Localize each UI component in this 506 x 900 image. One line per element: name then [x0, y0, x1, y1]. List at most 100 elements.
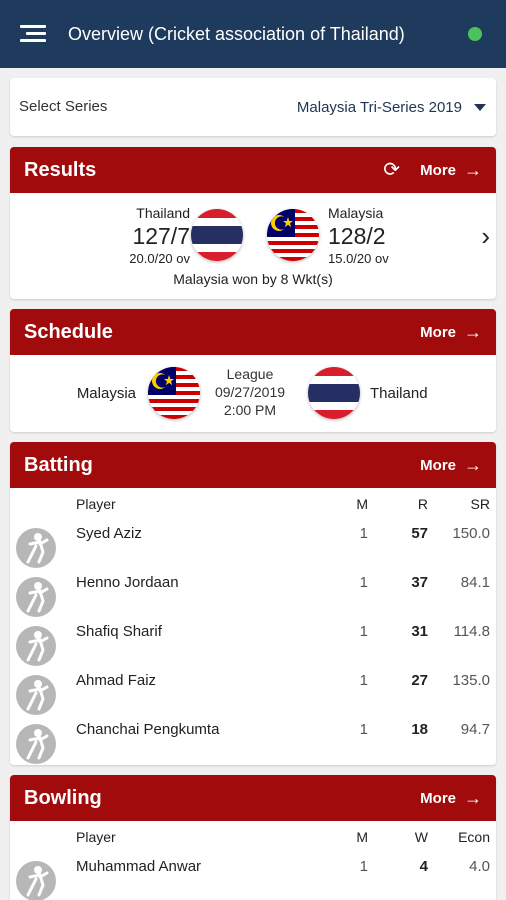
- batsman-avatar-icon: [16, 626, 56, 666]
- runs-value: 27: [411, 672, 428, 689]
- col-economy: Econ: [458, 829, 490, 845]
- arrow-right-icon: →: [464, 321, 482, 342]
- series-selector-card: Select Series Malaysia Tri-Series 2019: [10, 78, 496, 136]
- table-row[interactable]: Shafiq Sharif 1 31 114.8: [10, 618, 496, 667]
- series-selected-value: Malaysia Tri-Series 2019: [296, 98, 462, 116]
- thailand-flag-icon: [191, 209, 243, 261]
- bowling-title: Bowling: [24, 787, 102, 809]
- table-row[interactable]: Henno Jordaan 1 37 84.1: [10, 569, 496, 618]
- matches-value: 1: [359, 672, 368, 689]
- runs-value: 37: [411, 574, 428, 591]
- arrow-right-icon: →: [464, 159, 482, 180]
- more-label: More: [420, 323, 456, 341]
- player-name: Syed Aziz: [76, 525, 142, 542]
- thailand-flag-icon: [308, 367, 360, 419]
- batting-column-headers: Player M R SR: [10, 488, 496, 520]
- schedule-team-right: Thailand: [370, 385, 428, 402]
- results-more-button[interactable]: More →: [420, 147, 482, 193]
- batsman-avatar-icon: [16, 528, 56, 568]
- schedule-details: League 09/27/2019 2:00 PM: [200, 365, 300, 419]
- matches-value: 1: [359, 525, 368, 542]
- page-title: Overview (Cricket association of Thailan…: [68, 24, 405, 44]
- arrow-right-icon: →: [464, 454, 482, 475]
- batsman-avatar-icon: [16, 675, 56, 715]
- results-header: Results ⟳ More →: [10, 147, 496, 193]
- match-type: League: [226, 366, 274, 382]
- runs-value: 18: [411, 721, 428, 738]
- batsman-avatar-icon: [16, 577, 56, 617]
- malaysia-flag-icon: [148, 367, 200, 419]
- col-matches: M: [356, 829, 368, 845]
- malaysia-flag-icon: [267, 209, 319, 261]
- upcoming-match[interactable]: Malaysia League 09/27/2019 2:00 PM Thail…: [10, 355, 496, 429]
- col-runs: R: [417, 496, 428, 512]
- matches-value: 1: [359, 574, 368, 591]
- economy-value: 4.0: [469, 858, 490, 875]
- results-title: Results: [24, 159, 97, 181]
- results-card: Results ⟳ More → Thailand 127/7 20.0/20 …: [10, 147, 496, 299]
- player-name: Chanchai Pengkumta: [76, 721, 220, 738]
- team-left-score: 127/7: [132, 223, 190, 249]
- more-label: More: [420, 789, 456, 807]
- matches-value: 1: [359, 858, 368, 875]
- refresh-icon[interactable]: ⟳: [383, 147, 400, 193]
- match-time: 2:00 PM: [223, 402, 277, 418]
- chevron-right-icon[interactable]: ›: [481, 221, 490, 252]
- col-player: Player: [76, 829, 116, 845]
- bowler-avatar-icon: [16, 861, 56, 900]
- batting-more-button[interactable]: More →: [420, 442, 482, 488]
- more-label: More: [420, 456, 456, 474]
- schedule-title: Schedule: [24, 321, 113, 343]
- schedule-more-button[interactable]: More →: [420, 309, 482, 355]
- team-right-name: Malaysia: [328, 205, 384, 221]
- strike-rate-value: 135.0: [452, 672, 490, 689]
- batsman-avatar-icon: [16, 724, 56, 764]
- team-left-overs: 20.0/20 ov: [129, 251, 190, 266]
- player-name: Henno Jordaan: [76, 574, 179, 591]
- schedule-header: Schedule More →: [10, 309, 496, 355]
- team-right-overs: 15.0/20 ov: [328, 251, 389, 266]
- strike-rate-value: 114.8: [453, 623, 490, 640]
- matches-value: 1: [359, 623, 368, 640]
- strike-rate-value: 94.7: [460, 721, 490, 738]
- bowling-header: Bowling More →: [10, 775, 496, 821]
- col-player: Player: [76, 496, 116, 512]
- wickets-value: 4: [419, 858, 428, 875]
- bowling-card: Bowling More → Player M W Econ Muhammad …: [10, 775, 496, 900]
- batting-card: Batting More → Player M R SR Syed Aziz 1…: [10, 442, 496, 765]
- series-label: Select Series: [19, 98, 108, 115]
- status-indicator: [468, 27, 482, 41]
- series-dropdown[interactable]: Malaysia Tri-Series 2019: [297, 78, 486, 136]
- table-row[interactable]: Syed Aziz 1 57 150.0: [10, 520, 496, 569]
- schedule-team-left: Malaysia: [76, 385, 136, 402]
- matches-value: 1: [359, 721, 368, 738]
- col-strike-rate: SR: [470, 496, 490, 512]
- result-summary: Malaysia won by 8 Wkt(s): [173, 271, 333, 287]
- arrow-right-icon: →: [464, 787, 482, 808]
- match-result[interactable]: Thailand 127/7 20.0/20 ov Malaysia 128/2…: [10, 193, 496, 299]
- col-wickets: W: [414, 829, 428, 845]
- schedule-card: Schedule More → Malaysia League 09/27/20…: [10, 309, 496, 432]
- batting-title: Batting: [24, 454, 93, 476]
- runs-value: 57: [411, 525, 428, 542]
- menu-icon[interactable]: [20, 25, 46, 43]
- col-matches: M: [356, 496, 368, 512]
- app-header: Overview (Cricket association of Thailan…: [0, 0, 506, 68]
- team-left-name: Thailand: [136, 205, 190, 221]
- strike-rate-value: 150.0: [452, 525, 490, 542]
- strike-rate-value: 84.1: [460, 574, 490, 591]
- batting-rows: Syed Aziz 1 57 150.0 Henno Jordaan 1 37 …: [10, 520, 496, 765]
- batting-header: Batting More →: [10, 442, 496, 488]
- table-row[interactable]: Muhammad Anwar 1 4 4.0: [10, 853, 496, 900]
- player-name: Ahmad Faiz: [76, 672, 157, 689]
- chevron-down-icon: [474, 103, 486, 111]
- team-right-score: 128/2: [328, 223, 386, 249]
- bowling-more-button[interactable]: More →: [420, 775, 482, 821]
- player-name: Shafiq Sharif: [76, 623, 162, 640]
- match-date: 09/27/2019: [214, 384, 286, 400]
- bowling-column-headers: Player M W Econ: [10, 821, 496, 853]
- table-row[interactable]: Ahmad Faiz 1 27 135.0: [10, 667, 496, 716]
- runs-value: 31: [411, 623, 428, 640]
- player-name: Muhammad Anwar: [76, 858, 202, 875]
- table-row[interactable]: Chanchai Pengkumta 1 18 94.7: [10, 716, 496, 765]
